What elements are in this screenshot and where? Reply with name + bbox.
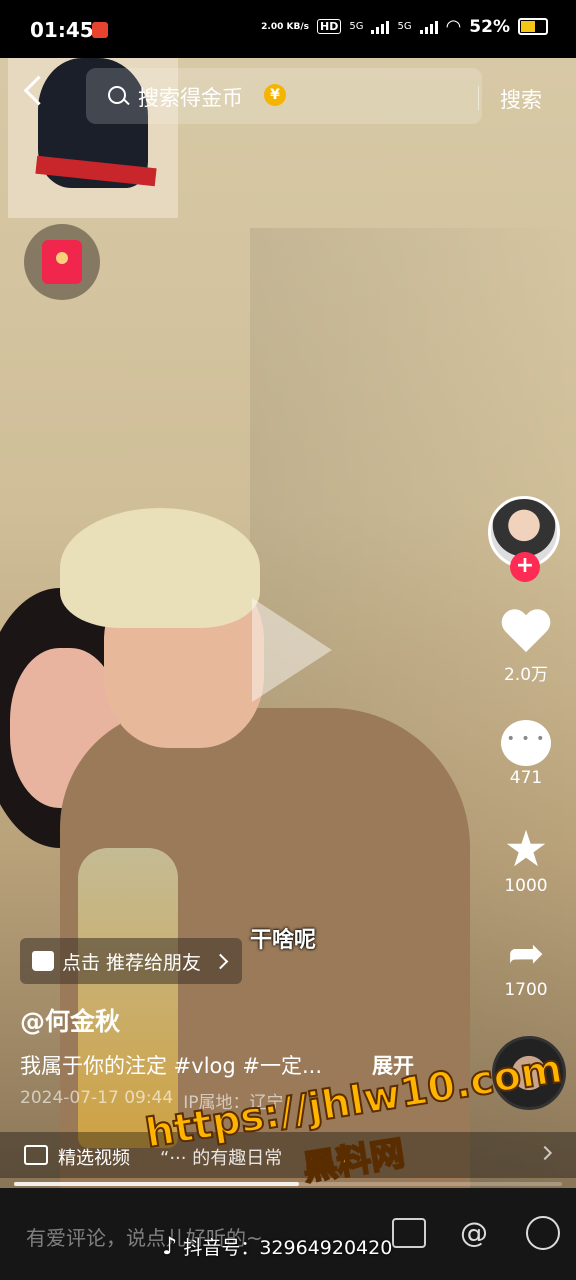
tiktok-id-text: 抖音号：32964920420 — [183, 1236, 393, 1259]
search-input[interactable]: 搜索得金币 ¥ — [86, 68, 482, 124]
top-bar: 搜索得金币 ¥ 搜索 — [0, 66, 576, 126]
signal-icon — [371, 20, 390, 34]
chevron-right-icon — [212, 953, 229, 969]
share-icon: ➦ — [507, 928, 545, 979]
back-icon[interactable] — [23, 75, 54, 106]
status-bar: 01:45 2.00 KB/s HD 5G 5G ◠ 52% — [0, 0, 576, 58]
like-button[interactable]: 2.0万 — [486, 610, 566, 685]
red-packet-button[interactable] — [24, 224, 100, 300]
image-icon[interactable] — [392, 1218, 426, 1248]
search-placeholder: 搜索得金币 — [138, 86, 243, 110]
author-name[interactable]: @何金秋 — [20, 1002, 120, 1038]
share-count: 1700 — [504, 980, 548, 1000]
search-button[interactable]: 搜索 — [500, 84, 542, 114]
coin-icon: ¥ — [264, 84, 286, 106]
app-notification-icon — [92, 22, 108, 38]
signal-icon-2 — [419, 20, 438, 34]
comment-icon — [501, 720, 551, 766]
favorite-count: 1000 — [504, 876, 548, 896]
heart-icon — [500, 610, 552, 658]
video-subtitle: 干啥呢 — [250, 928, 317, 953]
publish-date: 2024-07-17 09:44 — [20, 1088, 174, 1108]
emoji-icon[interactable] — [526, 1216, 560, 1250]
battery-icon — [518, 18, 548, 35]
comment-count: 471 — [509, 768, 543, 788]
search-divider — [478, 86, 479, 110]
sim1-label: 5G — [349, 21, 364, 32]
watermark-name: 黑料网 — [299, 1132, 408, 1189]
star-icon: ★ — [503, 820, 549, 878]
video-caption[interactable]: 我属于你的注定 #vlog #一定... — [20, 1050, 322, 1080]
network-speed: 2.00 KB/s — [261, 21, 309, 32]
recommend-to-friends-button[interactable]: 点击 推荐给朋友 — [20, 938, 243, 984]
search-icon — [108, 86, 126, 104]
recommend-label: 点击 推荐给朋友 — [62, 951, 202, 974]
sim2-label: 5G — [397, 21, 412, 32]
status-time: 01:45 — [30, 18, 94, 42]
status-indicators: 2.00 KB/s HD 5G 5G ◠ 52% — [261, 16, 548, 37]
thumbs-up-icon — [32, 951, 54, 971]
at-icon[interactable]: @ — [460, 1216, 488, 1249]
red-packet-icon — [42, 240, 82, 284]
comment-button[interactable]: 471 — [486, 720, 566, 788]
collection-icon — [24, 1145, 48, 1165]
watermark-tiktok-id: ♪ 抖音号：32964920420 — [162, 1232, 392, 1260]
follow-button[interactable]: + — [510, 552, 540, 582]
battery-percent: 52% — [469, 16, 510, 37]
collection-label: 精选视频 — [58, 1148, 130, 1169]
share-button[interactable]: ➦ 1700 — [486, 928, 566, 1001]
favorite-button[interactable]: ★ 1000 — [486, 824, 566, 896]
hd-badge: HD — [316, 19, 342, 34]
wifi-icon: ◠ — [445, 16, 462, 37]
man-hair — [60, 508, 260, 628]
like-count: 2.0万 — [503, 665, 549, 685]
play-icon[interactable] — [252, 598, 332, 702]
